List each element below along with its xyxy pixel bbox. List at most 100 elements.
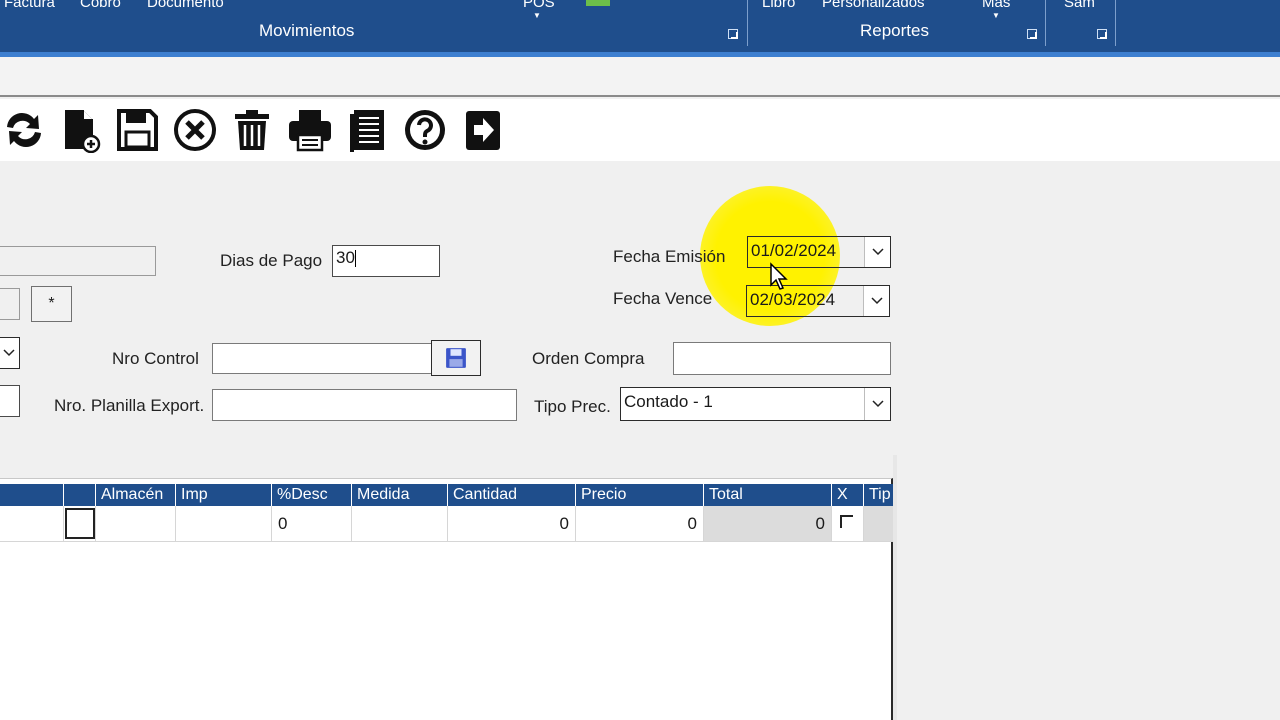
nro-control-input[interactable] — [212, 343, 432, 374]
grid-col-precio[interactable]: Precio — [575, 484, 703, 506]
cell-blank[interactable] — [63, 506, 95, 542]
grid-col-tip[interactable]: Tip — [863, 484, 893, 506]
ribbon-group-movimientos: Movimientos — [259, 21, 355, 40]
sam-launcher-icon[interactable] — [1097, 29, 1107, 39]
movimientos-launcher-icon[interactable] — [728, 29, 738, 39]
toolbar — [0, 99, 1280, 161]
grid-col-cantidad[interactable]: Cantidad — [447, 484, 575, 506]
orden-compra-input[interactable] — [673, 342, 891, 375]
fecha-vence-dropdown-button[interactable] — [863, 286, 889, 316]
save-button[interactable] — [113, 105, 161, 155]
ribbon-tab-pos[interactable]: POS — [523, 0, 555, 11]
cell-total: 0 — [703, 506, 831, 542]
ribbon-tab-sam[interactable]: Sam — [1064, 0, 1095, 11]
text-cursor — [354, 250, 356, 268]
grid-side-border — [893, 455, 897, 720]
ribbon-tab-personalizados[interactable]: Personalizados — [822, 0, 925, 11]
nro-control-save-button[interactable] — [431, 340, 481, 376]
fecha-vence-value: 02/03/2024 — [750, 290, 836, 309]
fecha-vence-label: Fecha Vence — [613, 289, 713, 308]
left-partial-combo[interactable] — [0, 288, 20, 320]
dias-pago-value: 30 — [336, 248, 355, 267]
ribbon-tab-cobro[interactable]: Cobro — [80, 0, 121, 11]
tipo-prec-dropdown-button[interactable] — [864, 388, 890, 420]
exit-icon — [466, 111, 500, 150]
reportes-launcher-icon[interactable] — [1027, 29, 1037, 39]
help-icon — [405, 110, 445, 150]
tipo-prec-label: Tipo Prec. — [534, 397, 611, 416]
orden-compra-label: Orden Compra — [532, 349, 645, 368]
tipo-prec-select[interactable]: Contado - 1 — [620, 387, 891, 421]
left-partial-field[interactable] — [0, 246, 156, 276]
mas-caret-icon: ▼ — [992, 11, 1000, 20]
grid-col-description[interactable] — [0, 484, 63, 506]
new-document-button[interactable] — [57, 105, 105, 155]
cell-imp[interactable] — [175, 506, 271, 542]
nro-control-label: Nro Control — [112, 349, 199, 368]
grid-col-medida[interactable]: Medida — [351, 484, 447, 506]
cell-almacen[interactable] — [95, 506, 175, 542]
items-grid: Almacén Imp %Desc Medida Cantidad Precio… — [0, 478, 893, 720]
cancel-button[interactable] — [171, 105, 219, 155]
left-partial-combo-2[interactable] — [0, 337, 20, 369]
cell-x[interactable] — [831, 506, 863, 542]
ribbon: Factura Cobro Documento Movimientos POS … — [0, 0, 1280, 52]
cell-box — [65, 508, 95, 539]
mouse-cursor-icon — [770, 262, 788, 290]
row-checkbox[interactable] — [840, 515, 853, 528]
tipo-prec-value: Contado - 1 — [624, 392, 713, 411]
fecha-emision-label: Fecha Emisión — [613, 247, 726, 266]
chevron-down-icon — [871, 400, 884, 408]
report-icon — [350, 110, 384, 152]
dias-pago-label: Dias de Pago — [220, 251, 323, 270]
grid-col-desc[interactable]: %Desc — [271, 484, 351, 506]
window-strip — [0, 57, 1280, 97]
help-button[interactable] — [401, 105, 449, 155]
save-icon — [117, 109, 158, 151]
chevron-down-icon — [870, 297, 883, 305]
refresh-button[interactable] — [0, 105, 48, 155]
ribbon-tab-libro[interactable]: Libro — [762, 0, 795, 11]
cell-cantidad[interactable]: 0 — [447, 506, 575, 542]
chevron-down-icon — [871, 248, 884, 256]
cell-desc[interactable]: 0 — [271, 506, 351, 542]
ribbon-separator — [1045, 0, 1046, 46]
planilla-label: Nro. Planilla Export. — [54, 396, 205, 415]
fecha-vence-picker[interactable]: 02/03/2024 — [746, 285, 890, 317]
refresh-icon — [7, 112, 41, 148]
ribbon-tab-mas[interactable]: Mas — [982, 0, 1010, 11]
left-partial-field-2[interactable] — [0, 385, 20, 417]
cancel-icon — [174, 109, 216, 151]
chevron-down-icon — [3, 349, 15, 357]
planilla-input[interactable] — [212, 389, 517, 421]
cell-precio[interactable]: 0 — [575, 506, 703, 542]
grid-header: Almacén Imp %Desc Medida Cantidad Precio… — [0, 484, 893, 506]
exit-button[interactable] — [458, 105, 506, 155]
delete-icon — [235, 110, 269, 150]
table-row[interactable]: 0 0 0 0 — [0, 506, 893, 542]
fecha-emision-value: 01/02/2024 — [751, 241, 837, 260]
cell-medida[interactable] — [351, 506, 447, 542]
ribbon-tab-documento[interactable]: Documento — [147, 0, 224, 11]
fecha-emision-dropdown-button[interactable] — [864, 237, 890, 267]
print-icon — [289, 110, 331, 152]
pos-caret-icon: ▼ — [533, 11, 541, 20]
ribbon-separator — [747, 0, 748, 46]
print-button[interactable] — [286, 105, 334, 155]
floppy-disk-icon — [446, 348, 466, 368]
ribbon-tab-factura[interactable]: Factura — [4, 0, 55, 11]
report-button[interactable] — [344, 105, 392, 155]
cell-description[interactable] — [0, 506, 63, 542]
grid-col-imp[interactable]: Imp — [175, 484, 271, 506]
cell-tip — [863, 506, 893, 542]
grid-col-almacen[interactable]: Almacén — [95, 484, 175, 506]
new-document-icon — [65, 110, 101, 153]
pos-green-icon — [586, 0, 610, 6]
grid-col-x[interactable]: X — [831, 484, 863, 506]
grid-col-blank[interactable] — [63, 484, 95, 506]
dias-pago-input[interactable]: 30 — [332, 245, 440, 277]
grid-col-total[interactable]: Total — [703, 484, 831, 506]
ribbon-separator — [1115, 0, 1116, 46]
asterisk-button[interactable]: * — [31, 286, 72, 322]
delete-button[interactable] — [228, 105, 276, 155]
